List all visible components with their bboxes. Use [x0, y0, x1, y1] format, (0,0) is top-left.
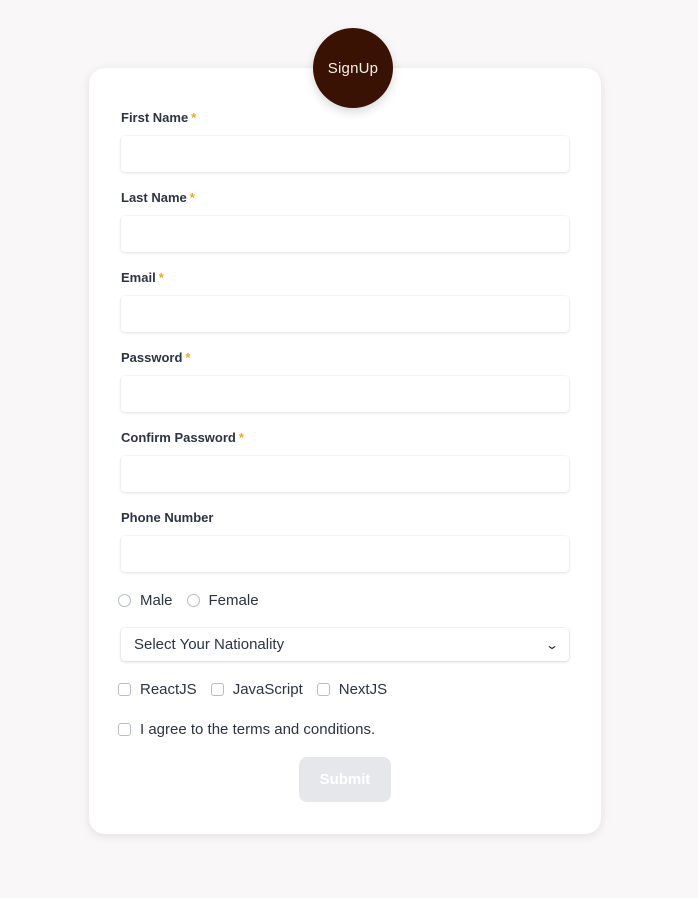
required-mark: * [158, 270, 164, 285]
first-name-input[interactable] [121, 136, 569, 172]
gender-option-male[interactable]: Male [118, 592, 173, 609]
terms-label: I agree to the terms and conditions. [140, 721, 376, 738]
confirm-password-field: Confirm Password * [121, 430, 569, 492]
female-label: Female [208, 592, 259, 609]
required-mark: * [189, 190, 195, 205]
skill-option-reactjs[interactable]: ReactJS [118, 681, 197, 698]
male-label: Male [140, 592, 173, 609]
signup-logo: SignUp [313, 28, 393, 108]
email-label: Email [121, 270, 156, 285]
gender-option-female[interactable]: Female [186, 592, 259, 609]
phone-number-field: Phone Number [121, 510, 569, 572]
last-name-field: Last Name * [121, 190, 569, 252]
terms-agreement[interactable]: I agree to the terms and conditions. [118, 721, 389, 738]
last-name-label: Last Name [121, 190, 187, 205]
first-name-field: First Name * [121, 110, 569, 172]
phone-number-input[interactable] [121, 536, 569, 572]
nationality-select[interactable]: Select Your Nationality ⌄ [121, 628, 569, 661]
first-name-label: First Name [121, 110, 189, 125]
required-mark: * [238, 430, 244, 445]
confirm-password-label: Confirm Password [121, 430, 236, 445]
signup-form-card: First Name * Last Name * Email * Password * … [89, 68, 601, 834]
skill-option-nextjs[interactable]: NextJS [316, 681, 388, 698]
nextjs-label: NextJS [338, 681, 388, 698]
nextjs-checkbox[interactable] [316, 683, 330, 696]
email-input[interactable] [121, 296, 569, 332]
female-radio[interactable] [186, 594, 200, 607]
confirm-password-input[interactable] [121, 456, 569, 492]
password-field: Password * [121, 350, 569, 412]
required-mark: * [185, 350, 191, 365]
gender-radio-group: Male Female [118, 592, 273, 609]
skill-option-javascript[interactable]: JavaScript [210, 681, 303, 698]
password-input[interactable] [121, 376, 569, 412]
reactjs-label: ReactJS [140, 681, 197, 698]
reactjs-checkbox[interactable] [118, 683, 131, 696]
terms-checkbox[interactable] [118, 723, 131, 736]
required-mark: * [191, 110, 197, 125]
logo-text: SignUp [327, 59, 379, 77]
javascript-label: JavaScript [232, 681, 303, 698]
password-label: Password [121, 350, 183, 365]
skills-checkbox-group: ReactJS JavaScript NextJS [118, 681, 401, 698]
last-name-input[interactable] [121, 216, 569, 252]
email-field: Email * [121, 270, 569, 332]
javascript-checkbox[interactable] [210, 683, 224, 696]
nationality-selected-text: Select Your Nationality [134, 636, 285, 653]
submit-button[interactable]: Submit [299, 757, 391, 802]
male-radio[interactable] [118, 594, 131, 607]
chevron-down-icon: ⌄ [544, 637, 560, 652]
phone-number-label: Phone Number [121, 510, 214, 525]
terms-option[interactable]: I agree to the terms and conditions. [118, 721, 375, 738]
